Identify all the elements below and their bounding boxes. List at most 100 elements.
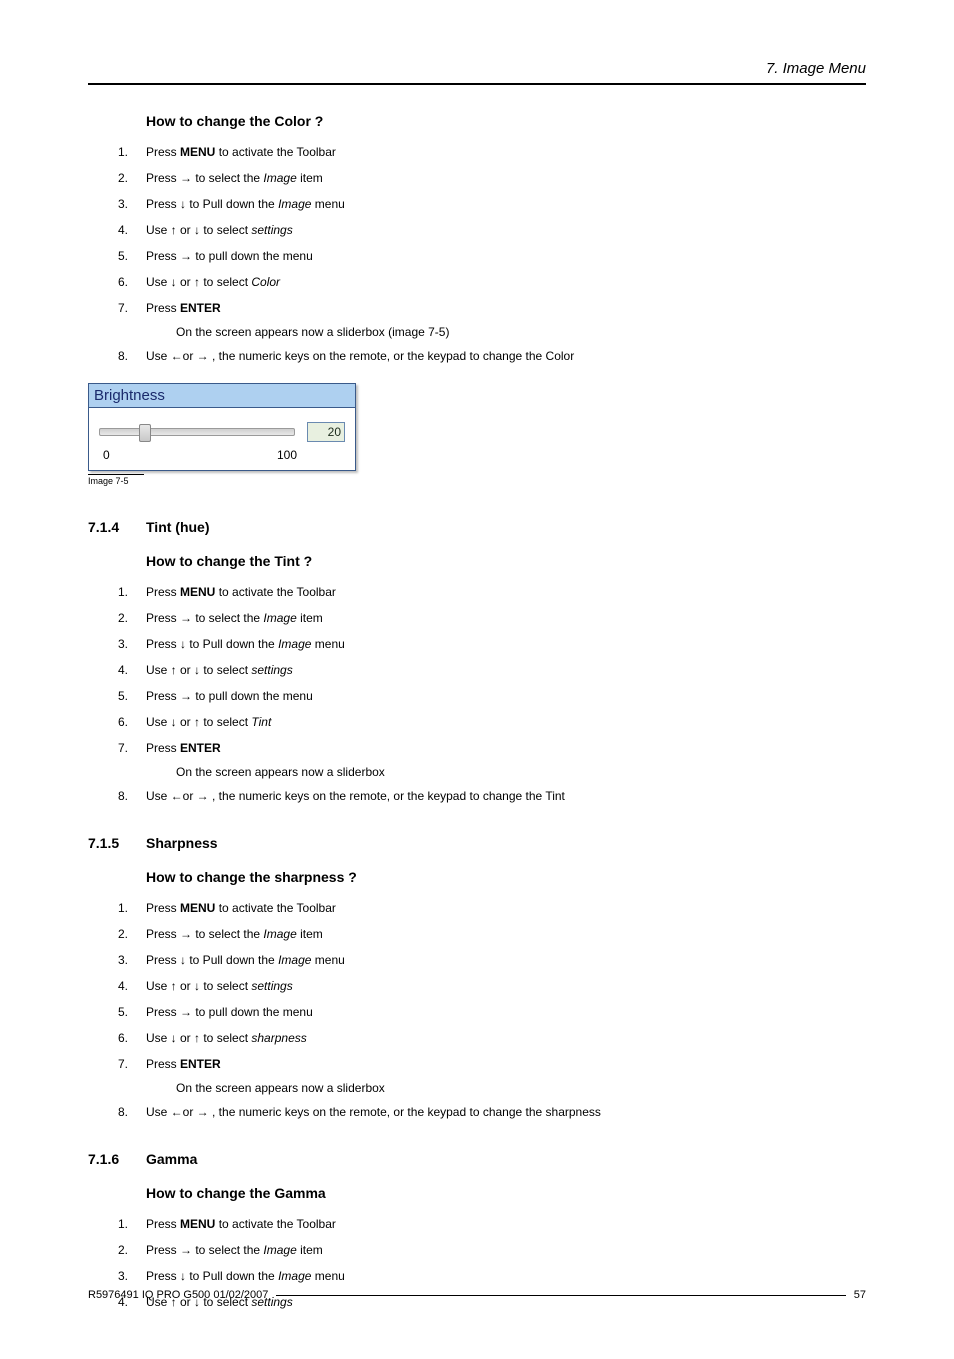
- list-item-text: Use ↑ or ↓ to select settings: [146, 977, 866, 995]
- list-item-number: 2.: [118, 925, 146, 943]
- footer: R5976491 IQ PRO G500 01/02/2007 57: [88, 1289, 866, 1301]
- list-item: 4.Use ↑ or ↓ to select settings: [118, 661, 866, 679]
- list-item-number: 3.: [118, 1267, 146, 1285]
- sliderbox-figure: Brightness 20 0 100 Image 7-5: [88, 383, 866, 489]
- tint-title: Tint (hue): [146, 519, 210, 535]
- list-item: 7.Press ENTER: [118, 739, 866, 757]
- list-item: 3.Press ↓ to Pull down the Image menu: [118, 195, 866, 213]
- list-item-text: Press ↓ to Pull down the Image menu: [146, 635, 866, 653]
- footer-left: R5976491 IQ PRO G500 01/02/2007: [88, 1289, 268, 1301]
- list-item: 6.Use ↓ or ↑ to select Color: [118, 273, 866, 291]
- list-item: 5.Press → to pull down the menu: [118, 247, 866, 265]
- list-item-text: Press MENU to activate the Toolbar: [146, 583, 866, 601]
- tint-heading: How to change the Tint ?: [146, 553, 866, 569]
- list-item-text: Use ↓ or ↑ to select Color: [146, 273, 866, 291]
- list-item-text: Press MENU to activate the Toolbar: [146, 899, 866, 917]
- list-item: 5.Press → to pull down the menu: [118, 1003, 866, 1021]
- sharp-num: 7.1.5: [88, 835, 146, 851]
- list-item-text: Use ←or → , the numeric keys on the remo…: [146, 787, 866, 805]
- list-item-number: 5.: [118, 687, 146, 705]
- slider-thumb[interactable]: [139, 424, 151, 442]
- list-item-text: Press ↓ to Pull down the Image menu: [146, 195, 866, 213]
- list-item-number: 2.: [118, 169, 146, 187]
- list-item-text: Press → to pull down the menu: [146, 687, 866, 705]
- list-item-number: 8.: [118, 347, 146, 365]
- sliderbox-title: Brightness: [89, 384, 355, 408]
- gamma-title: Gamma: [146, 1151, 197, 1167]
- list-item-text: Press ↓ to Pull down the Image menu: [146, 1267, 866, 1285]
- list-item-subtext: On the screen appears now a sliderbox (i…: [176, 325, 866, 339]
- tint-num: 7.1.4: [88, 519, 146, 535]
- list-item-text: Press MENU to activate the Toolbar: [146, 1215, 866, 1233]
- list-item-text: Press → to select the Image item: [146, 1241, 866, 1259]
- list-item-number: 6.: [118, 1029, 146, 1047]
- list-item: 3.Press ↓ to Pull down the Image menu: [118, 1267, 866, 1285]
- list-item-text: Press MENU to activate the Toolbar: [146, 143, 866, 161]
- list-item: 8.Use ←or → , the numeric keys on the re…: [118, 1103, 866, 1121]
- header-title: 7. Image Menu: [88, 60, 866, 77]
- list-item-text: Press → to pull down the menu: [146, 247, 866, 265]
- list-item-number: 3.: [118, 951, 146, 969]
- list-item-text: Use ←or → , the numeric keys on the remo…: [146, 347, 866, 365]
- list-item: 2.Press → to select the Image item: [118, 609, 866, 627]
- list-item: 2.Press → to select the Image item: [118, 925, 866, 943]
- header-rule: [88, 83, 866, 85]
- list-item: 6.Use ↓ or ↑ to select sharpness: [118, 1029, 866, 1047]
- list-item-number: 7.: [118, 1055, 146, 1073]
- list-item-subtext: On the screen appears now a sliderbox: [176, 1081, 866, 1095]
- list-item-number: 6.: [118, 713, 146, 731]
- color-heading: How to change the Color ?: [146, 113, 866, 129]
- list-item: 5.Press → to pull down the menu: [118, 687, 866, 705]
- slider-max: 100: [277, 448, 297, 462]
- list-item-text: Use ↑ or ↓ to select settings: [146, 661, 866, 679]
- list-item-text: Press → to pull down the menu: [146, 1003, 866, 1021]
- list-item: 1.Press MENU to activate the Toolbar: [118, 143, 866, 161]
- list-item: 8.Use ←or → , the numeric keys on the re…: [118, 347, 866, 365]
- list-item-number: 5.: [118, 1003, 146, 1021]
- sliderbox-caption: Image 7-5: [88, 474, 144, 486]
- list-item: 7.Press ENTER: [118, 1055, 866, 1073]
- list-item-text: Use ←or → , the numeric keys on the remo…: [146, 1103, 866, 1121]
- slider-value[interactable]: 20: [307, 422, 345, 442]
- list-item-subtext: On the screen appears now a sliderbox: [176, 765, 866, 779]
- list-item: 1.Press MENU to activate the Toolbar: [118, 899, 866, 917]
- footer-line: [276, 1295, 845, 1296]
- list-item-number: 5.: [118, 247, 146, 265]
- list-item: 3.Press ↓ to Pull down the Image menu: [118, 635, 866, 653]
- list-item-number: 1.: [118, 899, 146, 917]
- list-item-number: 7.: [118, 739, 146, 757]
- list-item-number: 3.: [118, 195, 146, 213]
- list-item-number: 2.: [118, 609, 146, 627]
- list-item-text: Use ↓ or ↑ to select sharpness: [146, 1029, 866, 1047]
- list-item-text: Press → to select the Image item: [146, 609, 866, 627]
- color-steps: 1.Press MENU to activate the Toolbar2.Pr…: [118, 143, 866, 365]
- gamma-heading: How to change the Gamma: [146, 1185, 866, 1201]
- list-item-number: 3.: [118, 635, 146, 653]
- slider-track[interactable]: [99, 428, 295, 436]
- list-item-number: 4.: [118, 661, 146, 679]
- list-item-number: 1.: [118, 583, 146, 601]
- list-item-number: 8.: [118, 1103, 146, 1121]
- list-item-text: Use ↓ or ↑ to select Tint: [146, 713, 866, 731]
- list-item-number: 1.: [118, 1215, 146, 1233]
- list-item-number: 2.: [118, 1241, 146, 1259]
- footer-right: 57: [854, 1289, 866, 1301]
- list-item-text: Press → to select the Image item: [146, 169, 866, 187]
- sharp-steps: 1.Press MENU to activate the Toolbar2.Pr…: [118, 899, 866, 1121]
- list-item-number: 4.: [118, 221, 146, 239]
- list-item: 1.Press MENU to activate the Toolbar: [118, 1215, 866, 1233]
- list-item-text: Press ENTER: [146, 299, 866, 317]
- slider-min: 0: [103, 448, 110, 462]
- sharp-heading: How to change the sharpness ?: [146, 869, 866, 885]
- tint-subsection: 7.1.4 Tint (hue): [88, 519, 866, 535]
- list-item-number: 4.: [118, 977, 146, 995]
- list-item-text: Press ENTER: [146, 1055, 866, 1073]
- tint-steps: 1.Press MENU to activate the Toolbar2.Pr…: [118, 583, 866, 805]
- sharp-title: Sharpness: [146, 835, 218, 851]
- list-item-text: Use ↑ or ↓ to select settings: [146, 221, 866, 239]
- list-item-text: Press ENTER: [146, 739, 866, 757]
- list-item-text: Press ↓ to Pull down the Image menu: [146, 951, 866, 969]
- list-item: 3.Press ↓ to Pull down the Image menu: [118, 951, 866, 969]
- list-item: 7.Press ENTER: [118, 299, 866, 317]
- page: 7. Image Menu How to change the Color ? …: [0, 0, 954, 1359]
